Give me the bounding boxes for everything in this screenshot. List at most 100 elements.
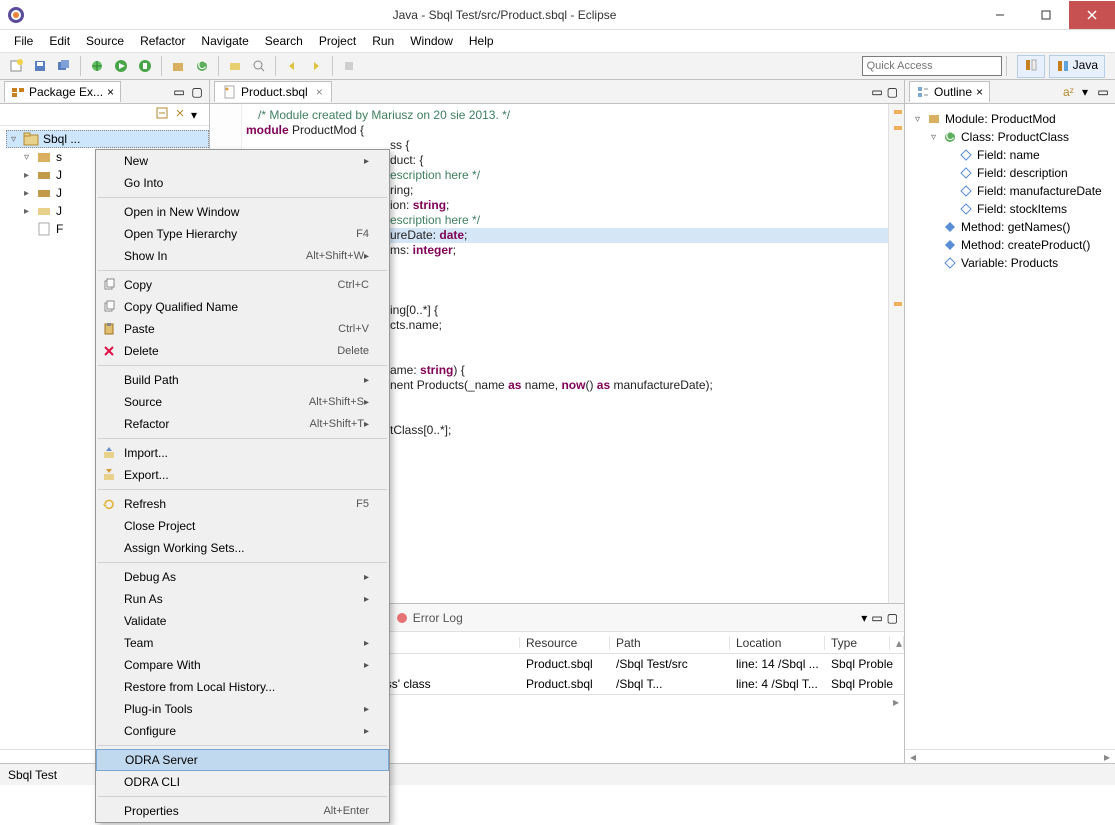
- problems-col-location[interactable]: Location: [730, 636, 825, 650]
- ctx-build-path[interactable]: Build Path▸: [96, 369, 389, 391]
- problems-col-resource[interactable]: Resource: [520, 636, 610, 650]
- search-button[interactable]: [248, 55, 270, 77]
- outline-sort-icon[interactable]: aᶻ: [1059, 84, 1075, 100]
- ctx-open-type-hierarchy[interactable]: Open Type HierarchyF4: [96, 223, 389, 245]
- editor-tab-close-icon[interactable]: ×: [316, 85, 323, 99]
- tab-close-icon[interactable]: ×: [976, 85, 983, 99]
- ctx-configure[interactable]: Configure▸: [96, 720, 389, 742]
- editor-minimize-icon[interactable]: ▭: [871, 85, 882, 99]
- ctx-plug-in-tools[interactable]: Plug-in Tools▸: [96, 698, 389, 720]
- editor-maximize-icon[interactable]: ▢: [887, 85, 898, 99]
- project-root[interactable]: ▿ Sbql ...: [6, 130, 209, 148]
- new-package-button[interactable]: [167, 55, 189, 77]
- eclipse-icon: [6, 5, 26, 25]
- ctx-validate[interactable]: Validate: [96, 610, 389, 632]
- outline-item[interactable]: Method: createProduct(): [909, 236, 1111, 254]
- menu-project[interactable]: Project: [311, 32, 364, 50]
- ctx-copy[interactable]: CopyCtrl+C: [96, 274, 389, 296]
- bottom-view-menu-icon[interactable]: ▾: [861, 611, 867, 625]
- maximize-view-icon[interactable]: ▢: [189, 84, 205, 100]
- outline-item[interactable]: Field: name: [909, 146, 1111, 164]
- ctx-team[interactable]: Team▸: [96, 632, 389, 654]
- window-title: Java - Sbql Test/src/Product.sbql - Ecli…: [32, 8, 977, 22]
- open-perspective-button[interactable]: [1017, 55, 1045, 78]
- ctx-open-in-new-window[interactable]: Open in New Window: [96, 201, 389, 223]
- java-perspective-button[interactable]: Java: [1049, 55, 1105, 78]
- package-explorer-tab[interactable]: Package Ex... ×: [4, 81, 121, 102]
- ctx-paste[interactable]: PasteCtrl+V: [96, 318, 389, 340]
- ctx-odra-server[interactable]: ODRA Server: [96, 749, 389, 771]
- menu-navigate[interactable]: Navigate: [193, 32, 256, 50]
- package-explorer-icon: [11, 85, 25, 99]
- ctx-compare-with[interactable]: Compare With▸: [96, 654, 389, 676]
- minimize-view-icon[interactable]: ▭: [171, 84, 187, 100]
- tab-close-icon[interactable]: ×: [107, 85, 114, 99]
- ctx-close-project[interactable]: Close Project: [96, 515, 389, 537]
- ctx-run-as[interactable]: Run As▸: [96, 588, 389, 610]
- menu-refactor[interactable]: Refactor: [132, 32, 193, 50]
- file-icon: [223, 85, 237, 99]
- errorlog-tab[interactable]: Error Log: [387, 608, 471, 628]
- bottom-minimize-icon[interactable]: ▭: [871, 611, 882, 625]
- outline-item[interactable]: Field: stockItems: [909, 200, 1111, 218]
- collapse-all-icon[interactable]: [155, 106, 169, 123]
- menu-run[interactable]: Run: [364, 32, 402, 50]
- outline-view-menu-icon[interactable]: ▾: [1077, 84, 1093, 100]
- maximize-button[interactable]: [1023, 1, 1069, 29]
- ctx-copy-qualified-name[interactable]: Copy Qualified Name: [96, 296, 389, 318]
- quick-access-input[interactable]: [862, 56, 1002, 76]
- ctx-import[interactable]: Import...: [96, 442, 389, 464]
- ctx-debug-as[interactable]: Debug As▸: [96, 566, 389, 588]
- back-button[interactable]: [281, 55, 303, 77]
- menu-edit[interactable]: Edit: [41, 32, 78, 50]
- overview-ruler[interactable]: [888, 104, 904, 603]
- perspective-label: Java: [1073, 58, 1098, 72]
- menu-source[interactable]: Source: [78, 32, 132, 50]
- menu-window[interactable]: Window: [402, 32, 461, 50]
- outline-minimize-icon[interactable]: ▭: [1095, 84, 1111, 100]
- ctx-delete[interactable]: DeleteDelete: [96, 340, 389, 362]
- pin-button[interactable]: [338, 55, 360, 77]
- outline-item[interactable]: Method: getNames(): [909, 218, 1111, 236]
- ctx-source[interactable]: SourceAlt+Shift+S▸: [96, 391, 389, 413]
- outline-tab[interactable]: Outline ×: [909, 81, 990, 102]
- close-button[interactable]: [1069, 1, 1115, 29]
- menu-help[interactable]: Help: [461, 32, 502, 50]
- save-button[interactable]: [29, 55, 51, 77]
- outline-item[interactable]: Field: description: [909, 164, 1111, 182]
- problems-col-path[interactable]: Path: [610, 636, 730, 650]
- outline-item[interactable]: ▿CClass: ProductClass: [909, 128, 1111, 146]
- outline-item[interactable]: ▿Module: ProductMod: [909, 110, 1111, 128]
- ctx-refresh[interactable]: RefreshF5: [96, 493, 389, 515]
- problems-col-type[interactable]: Type: [825, 636, 890, 650]
- menu-search[interactable]: Search: [257, 32, 311, 50]
- ctx-assign-working-sets[interactable]: Assign Working Sets...: [96, 537, 389, 559]
- outline-item[interactable]: Field: manufactureDate: [909, 182, 1111, 200]
- editor-tab-product[interactable]: Product.sbql ×: [214, 81, 332, 102]
- menu-file[interactable]: File: [6, 32, 41, 50]
- ctx-new[interactable]: New▸: [96, 150, 389, 172]
- ctx-restore-from-local-history[interactable]: Restore from Local History...: [96, 676, 389, 698]
- new-button[interactable]: [5, 55, 27, 77]
- open-type-button[interactable]: [224, 55, 246, 77]
- ctx-show-in[interactable]: Show InAlt+Shift+W▸: [96, 245, 389, 267]
- debug-button[interactable]: [86, 55, 108, 77]
- new-class-button[interactable]: C: [191, 55, 213, 77]
- save-all-button[interactable]: [53, 55, 75, 77]
- ctx-odra-cli[interactable]: ODRA CLI: [96, 771, 389, 793]
- context-menu: New▸Go Into Open in New WindowOpen Type H…: [95, 149, 390, 823]
- ctx-go-into[interactable]: Go Into: [96, 172, 389, 194]
- run-button[interactable]: [110, 55, 132, 77]
- outline-item[interactable]: Variable: Products: [909, 254, 1111, 272]
- main-toolbar: C Java: [0, 52, 1115, 80]
- menubar: FileEditSourceRefactorNavigateSearchProj…: [0, 30, 1115, 52]
- minimize-button[interactable]: [977, 1, 1023, 29]
- view-menu-icon[interactable]: ▾: [191, 108, 197, 122]
- ctx-export[interactable]: Export...: [96, 464, 389, 486]
- ctx-properties[interactable]: PropertiesAlt+Enter: [96, 800, 389, 822]
- forward-button[interactable]: [305, 55, 327, 77]
- ctx-refactor[interactable]: RefactorAlt+Shift+T▸: [96, 413, 389, 435]
- bottom-maximize-icon[interactable]: ▢: [887, 611, 898, 625]
- link-editor-icon[interactable]: [173, 106, 187, 123]
- run-last-button[interactable]: [134, 55, 156, 77]
